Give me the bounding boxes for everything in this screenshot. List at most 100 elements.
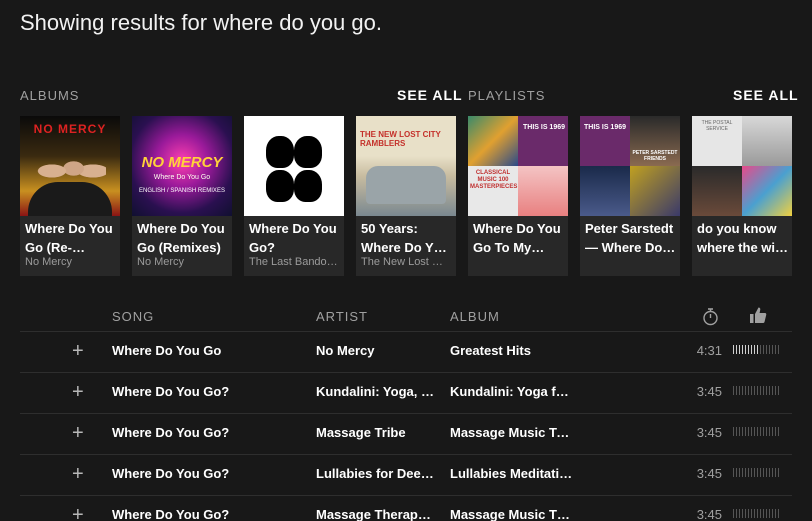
popularity-tick: [748, 468, 749, 477]
popularity-tick: [736, 468, 737, 477]
track-song: Where Do You Go?: [112, 425, 230, 440]
popularity-tick: [772, 468, 773, 477]
popularity-tick: [733, 509, 734, 518]
track-row[interactable]: + Where Do You Go? Massage Therapy… Massage…: [20, 495, 792, 521]
popularity-tick: [739, 345, 740, 354]
track-row[interactable]: + Where Do You Go? Kundalini: Yoga, … Kunda…: [20, 372, 792, 413]
mosaic-tile: THIS IS 1969: [580, 116, 630, 166]
popularity-tick: [751, 427, 752, 436]
thumbs-up-icon[interactable]: [749, 306, 767, 324]
popularity-tick: [775, 386, 776, 395]
playlist-card[interactable]: THE POSTAL SERVICE do you know where the…: [692, 116, 792, 276]
mosaic-tile-text: PETER SARSTEDT FRIENDS: [632, 150, 678, 162]
mosaic-tile: [630, 166, 680, 216]
popularity-tick: [736, 427, 737, 436]
popularity-tick: [757, 427, 758, 436]
mosaic-tile: [468, 116, 518, 166]
silhouette-graphic: [294, 170, 322, 202]
album-card[interactable]: THE NEW LOST CITY RAMBLERS 50 Years: Whe…: [356, 116, 456, 276]
popularity-tick: [778, 386, 779, 395]
popularity-tick: [760, 386, 761, 395]
popularity-tick: [778, 509, 779, 518]
track-artist[interactable]: Lullabies for Deep…: [316, 466, 438, 481]
track-album[interactable]: Massage Music Tr…: [450, 425, 574, 440]
popularity-tick: [775, 509, 776, 518]
track-row[interactable]: + Where Do You Go? Lullabies for Deep… Lull…: [20, 454, 792, 495]
mosaic-tile-text: CLASSICAL MUSIC 100 MASTERPIECES: [470, 170, 518, 190]
album-artist: The Last Bando…: [249, 256, 338, 268]
track-song: Where Do You Go?: [112, 507, 230, 521]
track-duration: 4:31: [696, 343, 722, 358]
album-artist: The New Lost …: [361, 256, 443, 268]
popularity-bar: [733, 386, 781, 396]
column-header-album[interactable]: ALBUM: [450, 309, 500, 324]
track-artist[interactable]: Massage Tribe: [316, 425, 438, 440]
popularity-tick: [742, 509, 743, 518]
album-card[interactable]: Where Do You Go? The Last Bando…: [244, 116, 344, 276]
popularity-tick: [757, 468, 758, 477]
mosaic-tile: [742, 166, 792, 216]
album-artist: No Mercy: [25, 256, 73, 268]
popularity-tick: [745, 509, 746, 518]
stopwatch-icon[interactable]: [702, 307, 719, 326]
plus-icon[interactable]: +: [72, 504, 84, 521]
track-artist[interactable]: No Mercy: [316, 343, 438, 358]
popularity-tick: [766, 468, 767, 477]
track-album[interactable]: Lullabies Meditati…: [450, 466, 574, 481]
track-album[interactable]: Massage Music T…: [450, 507, 574, 521]
popularity-tick: [748, 345, 749, 354]
popularity-tick: [769, 345, 770, 354]
popularity-tick: [757, 345, 758, 354]
albums-section-label: ALBUMS: [20, 88, 80, 103]
playlists-see-all-link[interactable]: SEE ALL: [733, 87, 799, 103]
column-header-artist[interactable]: ARTIST: [316, 309, 368, 324]
popularity-tick: [736, 345, 737, 354]
playlist-cover-mosaic: THIS IS 1969 PETER SARSTEDT FRIENDS: [580, 116, 680, 216]
popularity-tick: [778, 427, 779, 436]
popularity-tick: [751, 345, 752, 354]
popularity-tick: [745, 386, 746, 395]
mosaic-tile: [692, 166, 742, 216]
popularity-tick: [742, 345, 743, 354]
popularity-tick: [766, 386, 767, 395]
mosaic-tile: [742, 116, 792, 166]
album-card[interactable]: NO MERCY Where Do You Go (Re-… No Mercy: [20, 116, 120, 276]
playlist-title: Where Do You Go To My…: [473, 221, 561, 255]
track-artist[interactable]: Kundalini: Yoga, …: [316, 384, 438, 399]
plus-icon[interactable]: +: [72, 463, 84, 486]
popularity-tick: [769, 509, 770, 518]
mosaic-tile: PETER SARSTEDT FRIENDS: [630, 116, 680, 166]
track-album[interactable]: Kundalini: Yoga fo…: [450, 384, 574, 399]
popularity-tick: [736, 509, 737, 518]
popularity-tick: [733, 468, 734, 477]
plus-icon[interactable]: +: [72, 340, 84, 363]
playlist-card[interactable]: THIS IS 1969 CLASSICAL MUSIC 100 MASTERP…: [468, 116, 568, 276]
popularity-tick: [748, 509, 749, 518]
popularity-bar: [733, 509, 781, 519]
popularity-tick: [739, 386, 740, 395]
track-duration: 3:45: [696, 384, 722, 399]
album-cover-text: NO MERCY: [141, 154, 223, 171]
album-cover-subtext: ENGLISH / SPANISH REMIXES: [139, 188, 225, 194]
album-artist: No Mercy: [137, 256, 185, 268]
track-row[interactable]: + Where Do You Go? Massage Tribe Massage Mu…: [20, 413, 792, 454]
track-duration: 3:45: [696, 466, 722, 481]
mosaic-tile-text: THIS IS 1969: [522, 124, 566, 131]
popularity-tick: [760, 345, 761, 354]
popularity-tick: [757, 509, 758, 518]
popularity-tick: [763, 468, 764, 477]
track-row[interactable]: + Where Do You Go No Mercy Greatest Hits 4:3…: [20, 331, 792, 372]
popularity-tick: [751, 509, 752, 518]
album-card[interactable]: NO MERCY Where Do You Go ENGLISH / SPANI…: [132, 116, 232, 276]
plus-icon[interactable]: +: [72, 381, 84, 404]
album-cover: [244, 116, 344, 216]
popularity-tick: [772, 345, 773, 354]
albums-see-all-link[interactable]: SEE ALL: [397, 87, 463, 103]
track-album[interactable]: Greatest Hits: [450, 343, 574, 358]
playlist-card[interactable]: THIS IS 1969 PETER SARSTEDT FRIENDS Pete…: [580, 116, 680, 276]
playlist-cover-mosaic: THIS IS 1969 CLASSICAL MUSIC 100 MASTERP…: [468, 116, 568, 216]
plus-icon[interactable]: +: [72, 422, 84, 445]
column-header-song[interactable]: SONG: [112, 309, 154, 324]
popularity-tick: [772, 386, 773, 395]
track-artist[interactable]: Massage Therapy…: [316, 507, 438, 521]
